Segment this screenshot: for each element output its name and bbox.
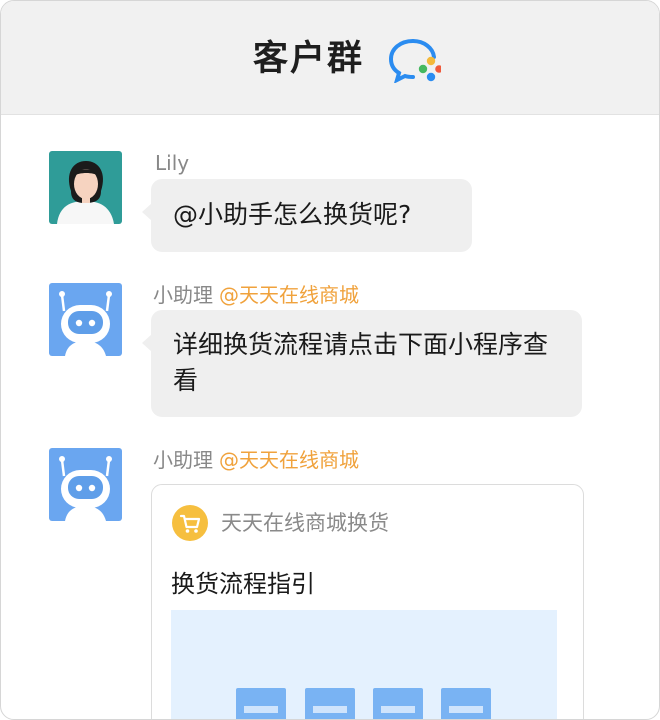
group-title: 客户群 xyxy=(253,39,365,79)
preview-block xyxy=(441,688,491,719)
chat-header: 客户群 xyxy=(1,1,659,115)
message-bubble: @小助手怎么换货呢? xyxy=(142,179,472,252)
preview-block xyxy=(305,688,355,719)
card-title: 换货流程指引 xyxy=(171,570,315,598)
wecom-chat-icon xyxy=(388,39,441,83)
mini-program-card[interactable]: 天天在线商城换货 换货流程指引 xyxy=(151,484,584,719)
sender-name: 小助理 @天天在线商城 xyxy=(153,448,359,472)
sender-name: Lily xyxy=(155,151,190,175)
bot-avatar[interactable] xyxy=(49,283,122,356)
org-tag: @天天在线商城 xyxy=(219,448,359,472)
message-text: @小助手怎么换货呢? xyxy=(173,200,412,229)
card-source: 天天在线商城换货 xyxy=(221,511,389,535)
chat-window: 客户群 Lily @小助手怎么换货呢? 小助理 @天天在线商城 详细换货流程请点… xyxy=(0,0,660,720)
bot-avatar[interactable] xyxy=(49,448,122,521)
user-avatar[interactable] xyxy=(49,151,122,224)
sender-name: 小助理 @天天在线商城 xyxy=(153,283,359,307)
org-tag: @天天在线商城 xyxy=(219,283,359,307)
preview-block xyxy=(236,688,286,719)
message-bubble: 详细换货流程请点击下面小程序查看 xyxy=(142,310,582,417)
preview-block xyxy=(373,688,423,719)
cart-icon xyxy=(172,505,208,541)
card-preview-image xyxy=(171,610,557,719)
message-text: 详细换货流程请点击下面小程序查看 xyxy=(173,330,549,395)
